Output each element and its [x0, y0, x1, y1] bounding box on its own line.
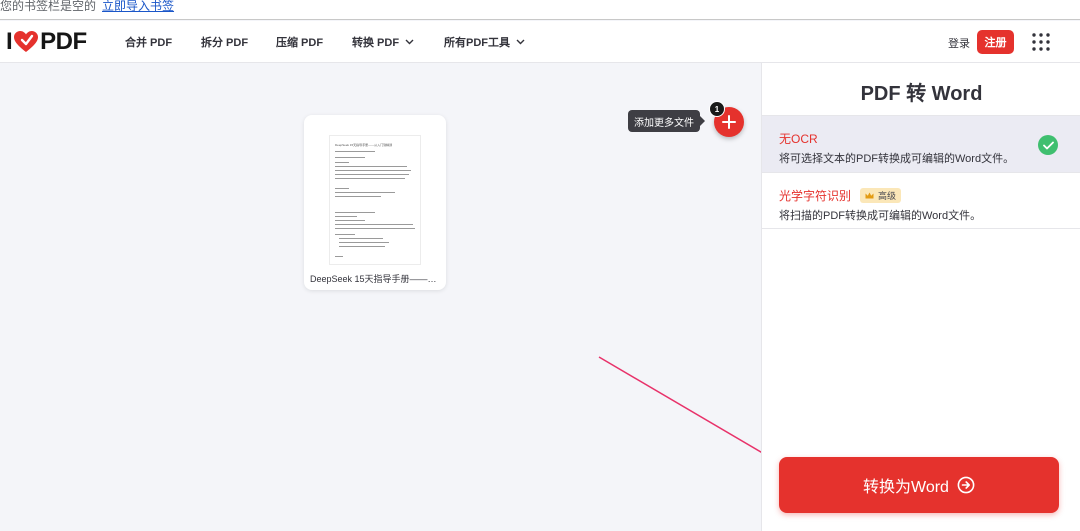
option-ocr-title: 光学字符识别 [779, 189, 852, 203]
crown-icon [865, 192, 874, 199]
apps-grid-icon[interactable] [1032, 33, 1050, 51]
plus-icon [722, 115, 736, 129]
nav-convert-pdf[interactable]: 转换 PDF [352, 21, 414, 63]
chevron-down-icon [516, 39, 525, 45]
premium-badge-label: 高级 [878, 191, 897, 201]
options-divider [762, 228, 1080, 229]
option-ocr-description: 将扫描的PDF转换成可编辑的Word文件。 [779, 210, 982, 222]
option-no-ocr-title: 无OCR [779, 132, 818, 146]
logo-letter-i: I [6, 28, 13, 55]
add-more-files-tooltip: 添加更多文件 [628, 110, 705, 132]
file-count-badge: 1 [709, 101, 725, 117]
bookmarks-bar: 您的书签栏是空的 立即导入书签 [0, 0, 1080, 20]
option-no-ocr-description: 将可选择文本的PDF转换成可编辑的Word文件。 [779, 153, 1015, 165]
signup-button[interactable]: 注册 [977, 30, 1014, 54]
heart-logo-icon [14, 31, 39, 52]
nav-split-pdf[interactable]: 拆分 PDF [201, 21, 248, 63]
premium-badge: 高级 [860, 188, 902, 203]
nav-compress-pdf[interactable]: 压缩 PDF [276, 21, 323, 63]
file-card[interactable]: DeepSeek 15天指导手册——从入门到精通 DeepSeek 15天指导手… [304, 115, 446, 290]
convert-button-label: 转换为Word [863, 479, 949, 496]
nav-compress-pdf-label: 压缩 PDF [276, 37, 324, 49]
site-header: I PDF 合并 PDF 拆分 PDF 压缩 PDF 转换 PDF 所有PDF工… [0, 21, 1080, 63]
nav-all-pdf-tools-label: 所有PDF工具 [444, 37, 510, 49]
login-link[interactable]: 登录 [948, 35, 970, 51]
option-ocr[interactable]: 光学字符识别 高级 将扫描的PDF转换成可编辑的Word文件。 [762, 172, 1080, 229]
ilovepdf-logo[interactable]: I PDF [6, 28, 87, 55]
nav-split-pdf-label: 拆分 PDF [201, 37, 249, 49]
file-name: DeepSeek 15天指导手册——从... [310, 274, 445, 284]
nav-all-pdf-tools[interactable]: 所有PDF工具 [444, 21, 525, 63]
sidebar-title: PDF 转 Word [860, 83, 983, 105]
conversion-sidebar: PDF 转 Word 无OCR 将可选择文本的PDF转换成可编辑的Word文件。… [761, 63, 1080, 531]
selected-check-icon [1038, 135, 1058, 155]
nav-merge-pdf-label: 合并 PDF [125, 37, 173, 49]
chevron-down-icon [405, 39, 414, 45]
file-thumbnail: DeepSeek 15天指导手册——从入门到精通 [329, 135, 421, 265]
thumbnail-title: DeepSeek 15天指导手册——从入门到精通 [335, 143, 393, 147]
bookmarks-empty-text: 您的书签栏是空的 [0, 0, 97, 13]
nav-convert-pdf-label: 转换 PDF [352, 37, 400, 49]
nav-merge-pdf[interactable]: 合并 PDF [125, 21, 172, 63]
convert-to-word-button[interactable]: 转换为Word [779, 457, 1059, 513]
arrow-right-circle-icon [957, 476, 975, 494]
import-bookmarks-link[interactable]: 立即导入书签 [102, 0, 174, 12]
option-no-ocr[interactable]: 无OCR 将可选择文本的PDF转换成可编辑的Word文件。 [762, 115, 1080, 172]
logo-pdf-text: PDF [40, 28, 87, 55]
